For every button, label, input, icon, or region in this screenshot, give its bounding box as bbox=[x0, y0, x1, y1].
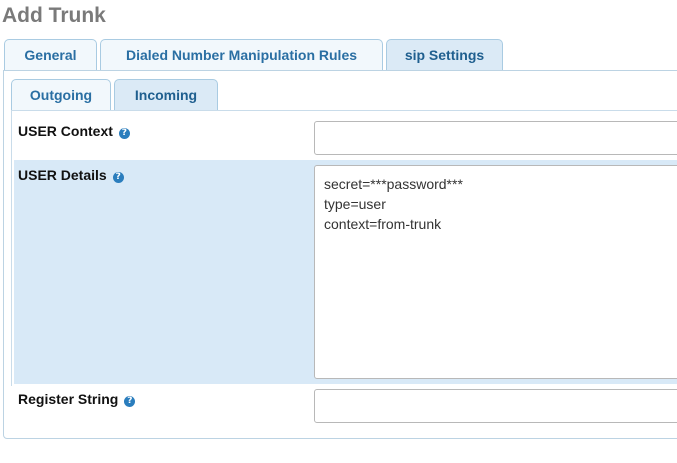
register-string-label-text: Register String bbox=[18, 391, 119, 407]
register-string-label: Register String? bbox=[18, 390, 136, 408]
user-details-textarea[interactable]: secret=***password*** type=user context=… bbox=[314, 165, 677, 379]
user-details-label: USER Details? bbox=[18, 166, 124, 184]
help-circle-icon[interactable]: ? bbox=[118, 128, 130, 139]
user-context-input[interactable] bbox=[314, 121, 677, 155]
tab-dialed-number-manipulation-rules[interactable]: Dialed Number Manipulation Rules bbox=[100, 39, 383, 70]
user-context-label: USER Context? bbox=[18, 122, 130, 140]
help-circle-icon[interactable]: ? bbox=[124, 396, 136, 407]
tab-general[interactable]: General bbox=[4, 39, 97, 70]
tab-sip-settings[interactable]: sip Settings bbox=[386, 39, 503, 71]
tab-incoming[interactable]: Incoming bbox=[114, 79, 218, 111]
register-string-input[interactable] bbox=[314, 389, 677, 423]
user-details-label-text: USER Details bbox=[18, 167, 107, 183]
help-circle-icon[interactable]: ? bbox=[112, 172, 124, 183]
page-title: Add Trunk bbox=[2, 4, 106, 27]
tab-outgoing[interactable]: Outgoing bbox=[11, 79, 111, 110]
user-context-label-text: USER Context bbox=[18, 123, 113, 139]
